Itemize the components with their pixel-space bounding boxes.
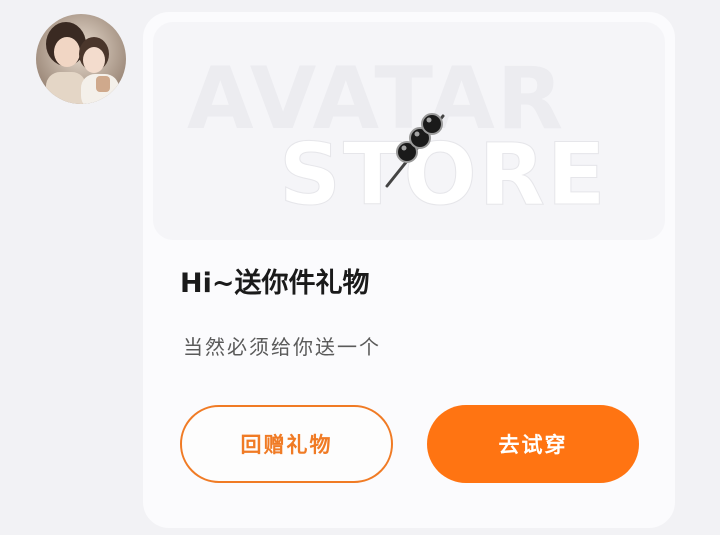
user-avatar-photo-icon: [36, 14, 126, 104]
card-subtitle: 当然必须给你送一个: [183, 335, 381, 359]
user-avatar[interactable]: [36, 14, 126, 104]
card-title: Hi~送你件礼物: [180, 268, 370, 299]
gift-back-button[interactable]: 回赠礼物: [180, 405, 393, 483]
avatar-store-banner: AVATAR STORE: [153, 22, 665, 240]
candy-skewer-icon: [385, 113, 445, 188]
try-on-button[interactable]: 去试穿: [427, 405, 639, 483]
